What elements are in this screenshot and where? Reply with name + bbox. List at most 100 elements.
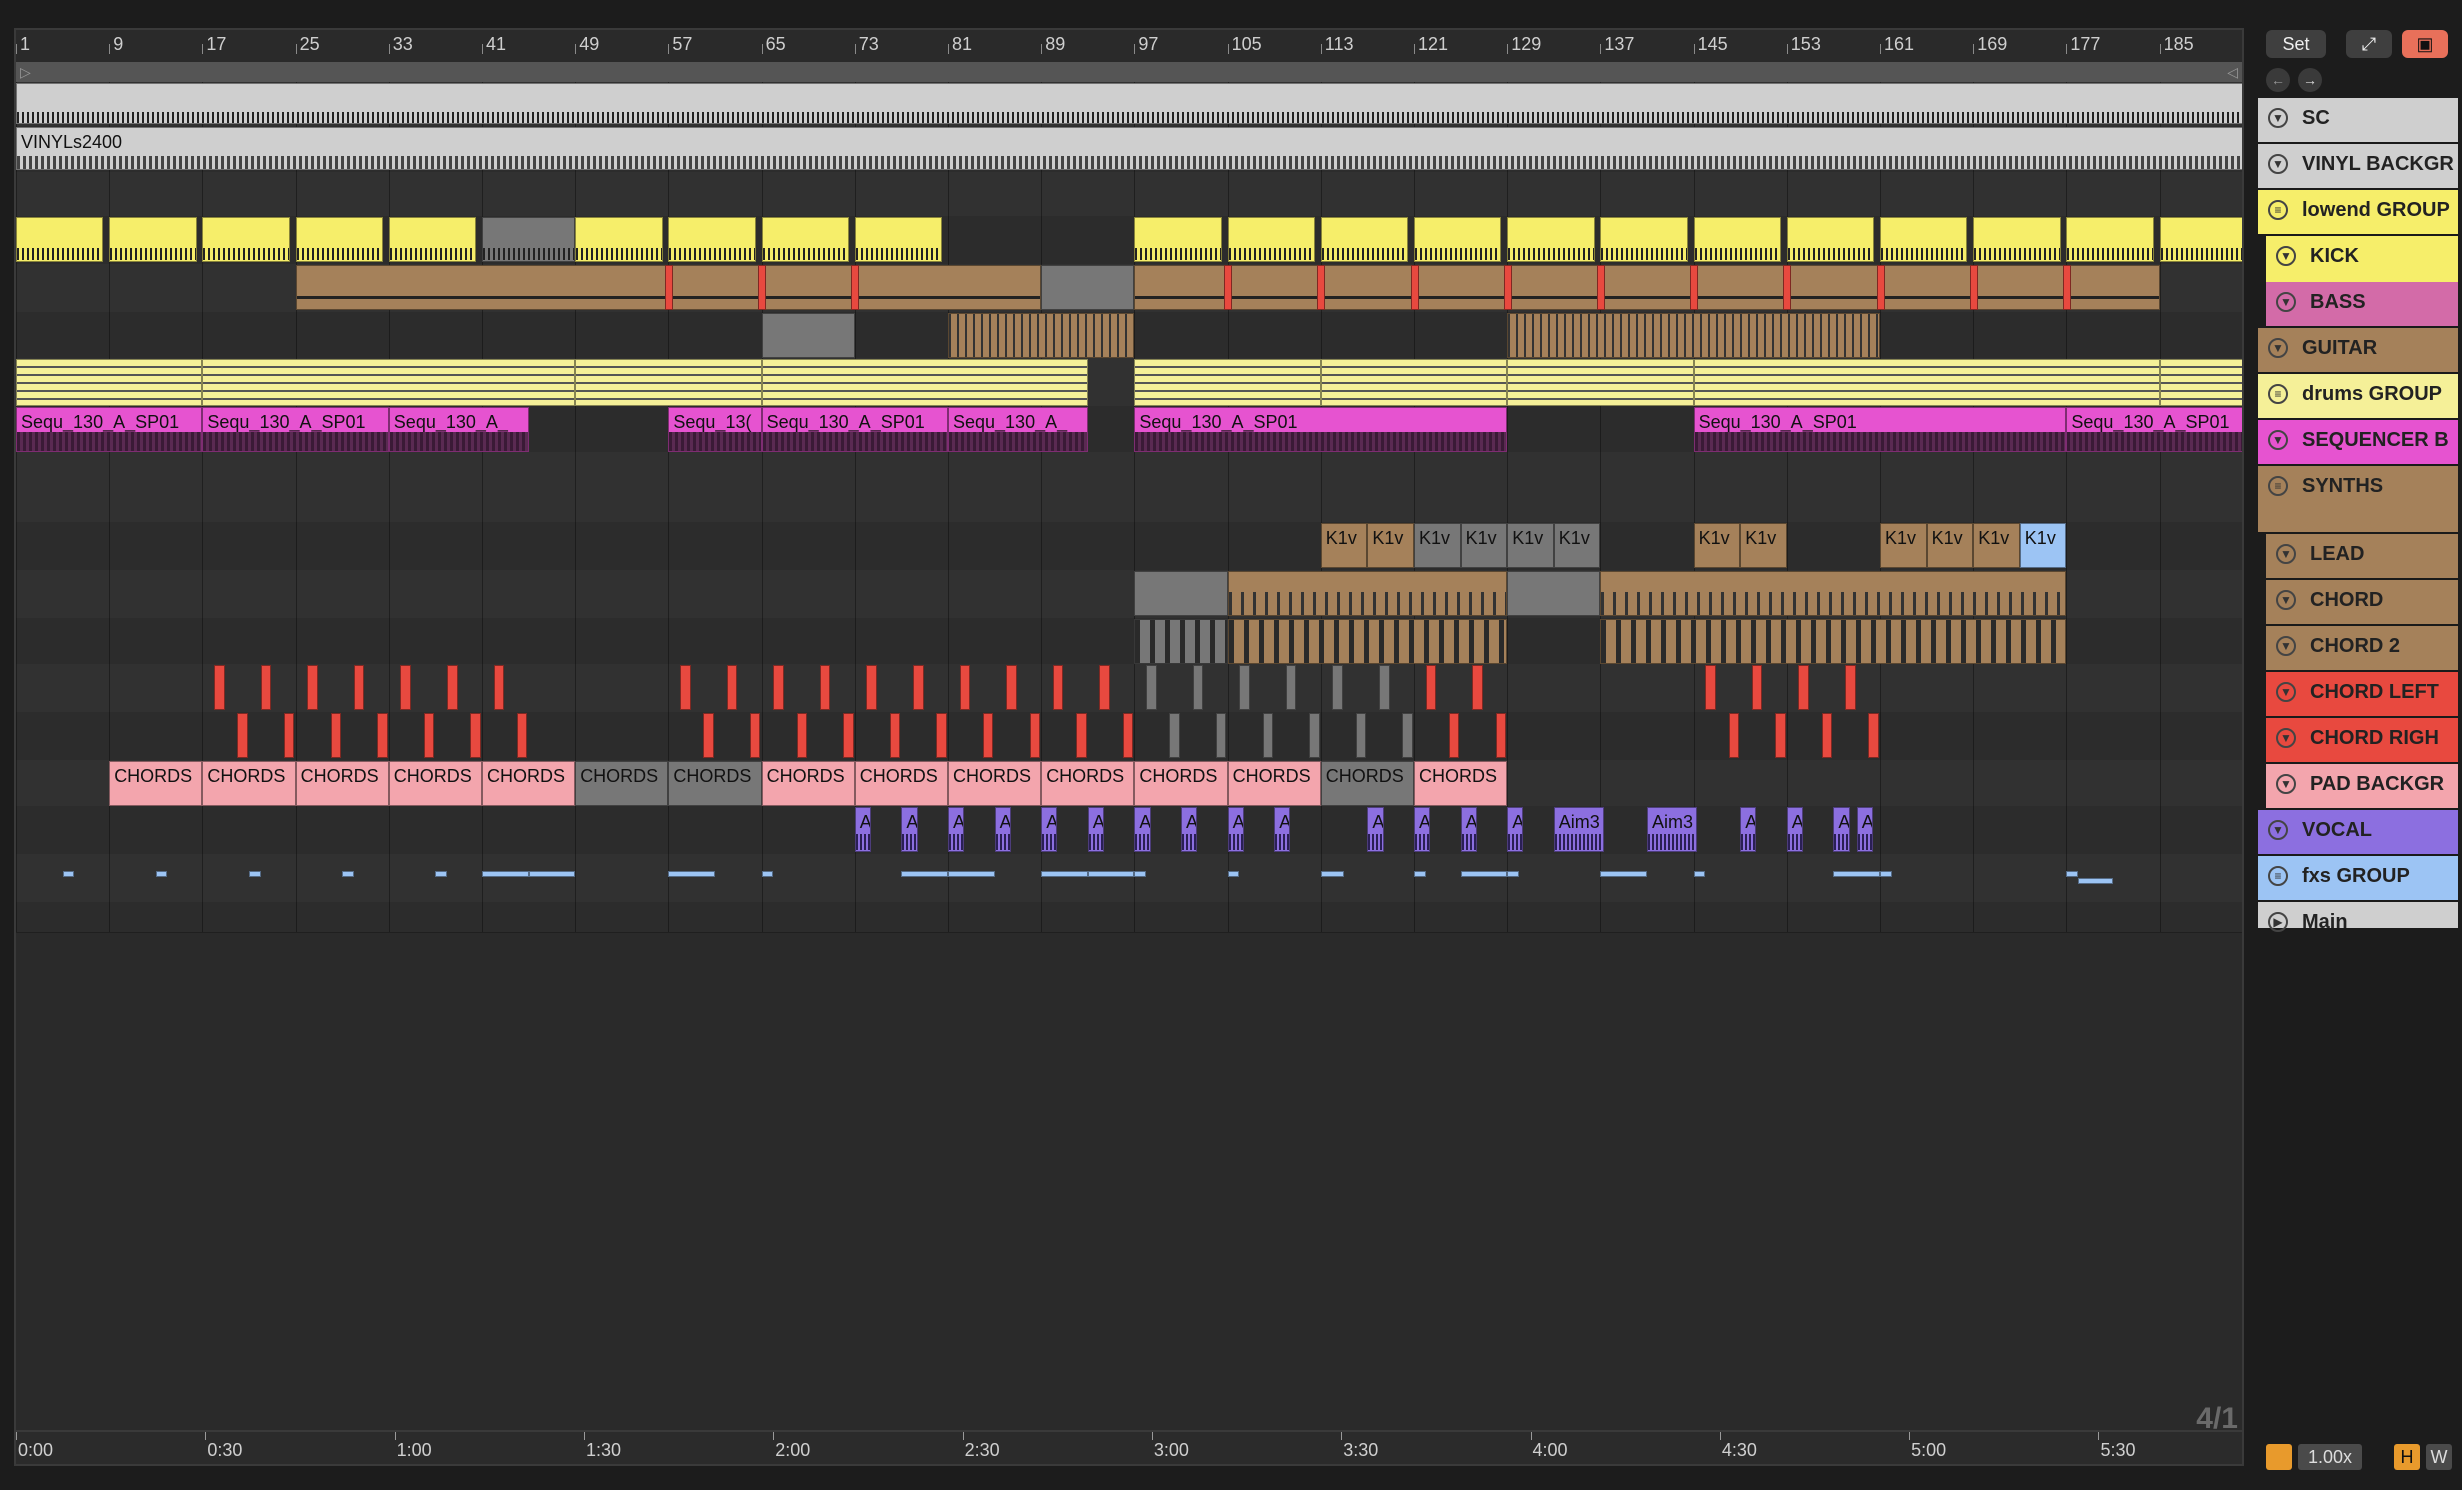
clip[interactable]: [2066, 871, 2079, 877]
clip[interactable]: [2159, 359, 2242, 406]
fold-icon[interactable]: ▼: [2276, 246, 2296, 266]
clip[interactable]: CHORDS: [854, 761, 948, 806]
clip[interactable]: [1880, 871, 1892, 877]
fold-icon[interactable]: ▼: [2276, 682, 2296, 702]
group-fold-icon[interactable]: ≡: [2268, 866, 2288, 886]
clip[interactable]: [1099, 665, 1110, 710]
clip[interactable]: [2159, 217, 2242, 262]
clip[interactable]: A: [1414, 807, 1431, 852]
clip[interactable]: [1693, 359, 2160, 406]
clip[interactable]: K1v: [1367, 523, 1414, 568]
clip[interactable]: [819, 665, 831, 710]
clip[interactable]: [1320, 217, 1409, 262]
clip[interactable]: [668, 871, 715, 877]
fold-icon[interactable]: ▼: [2276, 636, 2296, 656]
clip[interactable]: [342, 871, 354, 877]
clip[interactable]: Ai: [1856, 807, 1873, 852]
track-lane-lead[interactable]: K1v K1v K1v K1v K1v K1v K1v K1v K1v K1v K1v K1v: [16, 522, 2242, 571]
clip[interactable]: CHORDS: [575, 761, 669, 806]
clip[interactable]: CHORDS: [295, 761, 389, 806]
clip[interactable]: [1076, 713, 1087, 758]
clip[interactable]: [1134, 871, 1147, 877]
clip[interactable]: [1783, 265, 1792, 310]
clip[interactable]: [1029, 713, 1041, 758]
clip[interactable]: [866, 665, 877, 710]
clip[interactable]: [16, 359, 203, 406]
track-header-chord[interactable]: ▼ CHORD: [2266, 580, 2458, 626]
clip[interactable]: K1v: [1320, 523, 1368, 568]
clip[interactable]: [948, 313, 1135, 358]
clip[interactable]: [1600, 871, 1647, 877]
fold-icon[interactable]: ▼: [2268, 820, 2288, 840]
track-lane-kick[interactable]: [16, 216, 2242, 265]
track-lane-fxs-group[interactable]: [16, 854, 2242, 903]
track-header-drums-group[interactable]: ≡ drums GROUP: [2258, 374, 2458, 420]
clip[interactable]: [758, 265, 767, 310]
clip[interactable]: Ai: [1740, 807, 1757, 852]
bar-ruler[interactable]: 1 9 17 25 33 41 49 57 65 73 81 89 97 105 113 121 129 137 1…: [16, 30, 2242, 62]
clip[interactable]: [1355, 713, 1367, 758]
clip[interactable]: [1507, 313, 1880, 358]
track-header-synths[interactable]: ≡ SYNTHS: [2258, 466, 2458, 534]
clip[interactable]: [400, 665, 411, 710]
clip[interactable]: [1705, 665, 1716, 710]
clip[interactable]: A: [854, 807, 872, 852]
clip[interactable]: A: [1087, 807, 1105, 852]
loop-brace-strip[interactable]: ▷ ◁: [16, 62, 2242, 82]
clip[interactable]: [1507, 217, 1595, 262]
track-header-sequencer-b[interactable]: ▼ SEQUENCER B: [2258, 420, 2458, 466]
clip[interactable]: [482, 871, 529, 877]
track-lane-vocal[interactable]: A A A A A A A A A Ai A A Ai Ain Aim3 Aim3 Ai A Ai Ai: [16, 806, 2242, 855]
clip[interactable]: CHORDS: [1227, 761, 1321, 806]
track-header-chord-left[interactable]: ▼ CHORD LEFT: [2266, 672, 2458, 718]
clip[interactable]: [773, 665, 784, 710]
clip[interactable]: [109, 217, 197, 262]
clip[interactable]: [1507, 359, 1694, 406]
fold-icon[interactable]: ▼: [2268, 338, 2288, 358]
track-lane-chord[interactable]: [16, 570, 2242, 619]
clip[interactable]: [1751, 665, 1763, 710]
clip[interactable]: [1169, 713, 1180, 758]
clip[interactable]: CHORDS: [1414, 761, 1508, 806]
track-lane-lowend-group[interactable]: [16, 172, 2242, 221]
clip[interactable]: [295, 217, 383, 262]
clip[interactable]: [1285, 665, 1297, 710]
clip[interactable]: [1503, 265, 1512, 310]
clip[interactable]: [889, 713, 901, 758]
clip[interactable]: [528, 871, 576, 877]
clip[interactable]: [1087, 871, 1135, 877]
clip[interactable]: [1227, 871, 1240, 877]
clip[interactable]: [726, 665, 738, 710]
track-lane-chord-left[interactable]: [16, 664, 2242, 713]
clip[interactable]: [1332, 665, 1343, 710]
clip[interactable]: [1227, 571, 1508, 616]
clip[interactable]: Sequ_130_A_SP01: [1134, 407, 1508, 452]
track-lane-vinyl-backgr[interactable]: VINYLs2400: [16, 126, 2242, 173]
clip[interactable]: [1728, 713, 1740, 758]
clip[interactable]: [1821, 713, 1833, 758]
clip[interactable]: Ai: [1833, 807, 1850, 852]
clip[interactable]: [470, 713, 481, 758]
clip[interactable]: [761, 871, 774, 877]
fold-icon[interactable]: ▼: [2268, 108, 2288, 128]
clip[interactable]: Sequ_130_A_SP01: [761, 407, 948, 452]
clip[interactable]: [1317, 265, 1326, 310]
clip[interactable]: [854, 217, 943, 262]
clip[interactable]: [1134, 265, 2160, 310]
clip[interactable]: [1192, 665, 1204, 710]
fold-icon[interactable]: ▼: [2276, 728, 2296, 748]
track-header-fxs-group[interactable]: ≡ fxs GROUP: [2258, 856, 2458, 902]
clip[interactable]: [214, 665, 225, 710]
clip[interactable]: K1v: [1740, 523, 1787, 568]
w-toggle[interactable]: W: [2426, 1444, 2452, 1470]
clip[interactable]: [1600, 217, 1688, 262]
clip[interactable]: [1600, 571, 2067, 616]
track-header-chord-righ[interactable]: ▼ CHORD RIGH: [2266, 718, 2458, 764]
clip[interactable]: [680, 665, 691, 710]
arrow-left-icon[interactable]: ←: [2266, 68, 2290, 92]
clip[interactable]: [2062, 265, 2072, 310]
clip[interactable]: [1448, 713, 1460, 758]
clip[interactable]: [202, 359, 576, 406]
track-header-lead[interactable]: ▼ LEAD: [2266, 534, 2458, 580]
clip[interactable]: [307, 665, 318, 710]
